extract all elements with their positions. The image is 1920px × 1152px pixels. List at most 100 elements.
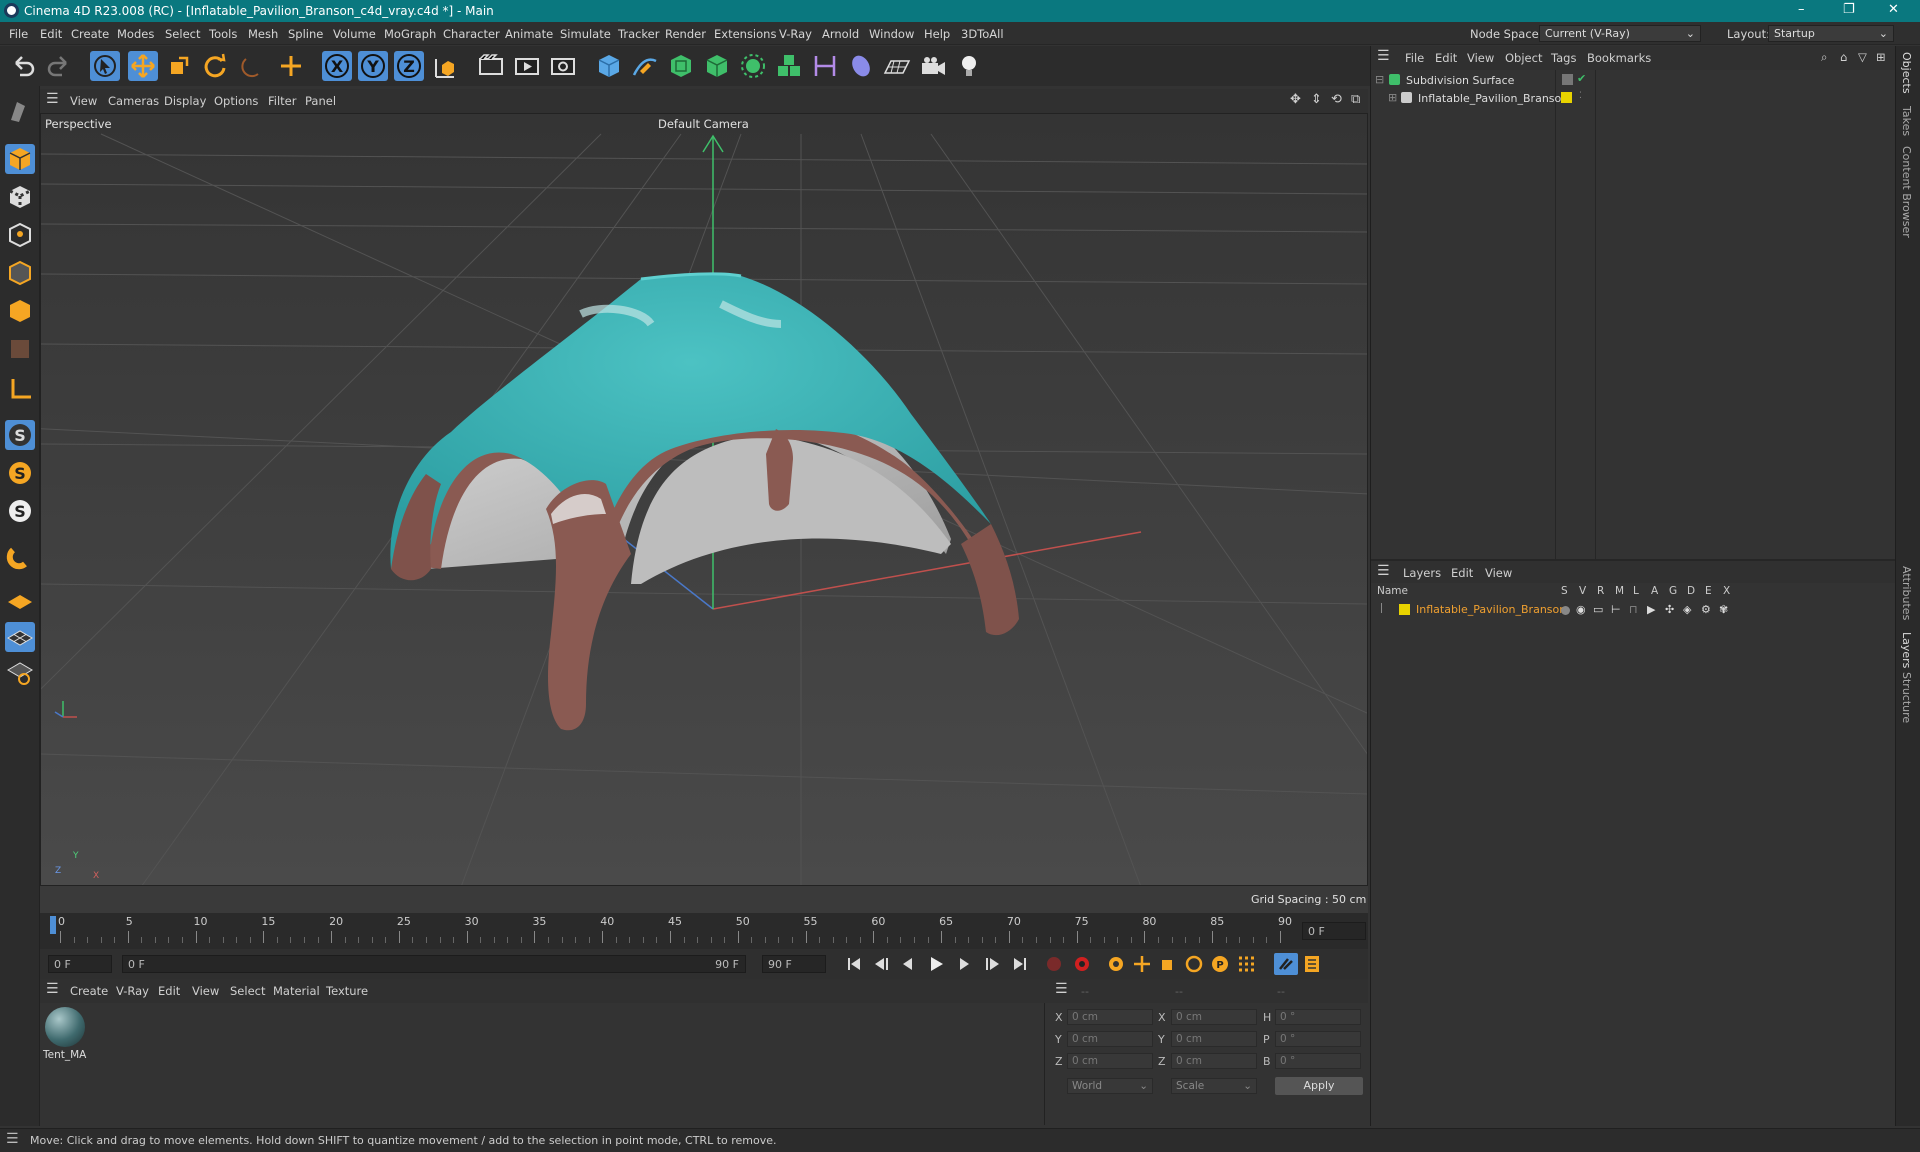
tab-structure[interactable]: Structure (1900, 672, 1913, 723)
orbit-view-icon[interactable]: ⟲ (1331, 92, 1342, 107)
previous-key-icon[interactable] (870, 953, 894, 975)
coord-pos-x-field[interactable]: 0 cm (1067, 1009, 1153, 1025)
point-mode-icon[interactable] (5, 220, 35, 250)
layer-name[interactable]: Inflatable_Pavilion_Branson (1416, 603, 1566, 616)
undo-icon[interactable] (8, 51, 38, 81)
viewport-menu-options[interactable]: Options (214, 94, 258, 108)
frame-range-slider[interactable]: 0 F 90 F (122, 955, 746, 973)
hamburger-icon[interactable]: ☰ (1377, 563, 1390, 579)
light-icon[interactable] (954, 51, 984, 81)
viewport-menu-view[interactable]: View (70, 94, 97, 108)
extrude-generator-icon[interactable] (702, 51, 732, 81)
animation-toggle-icon[interactable]: ▶ (1647, 603, 1659, 616)
deformer-toggle-icon[interactable]: ◈ (1683, 603, 1695, 616)
key-parameter-icon[interactable]: P (1208, 953, 1232, 975)
menu-edit[interactable]: Edit (40, 27, 62, 41)
model-mode-icon[interactable] (5, 144, 35, 174)
expression-toggle-icon[interactable]: ⚙ (1701, 603, 1713, 616)
move-tool-icon[interactable] (128, 51, 158, 81)
x-axis-lock-icon[interactable]: X (322, 51, 352, 81)
apply-button[interactable]: Apply (1275, 1077, 1363, 1095)
object-row-pavilion[interactable]: ⊞ Inflatable_Pavilion_Branson ⁚ (1371, 91, 1896, 107)
make-editable-icon[interactable] (5, 96, 35, 126)
cloner-icon[interactable] (738, 51, 768, 81)
minimize-icon[interactable]: – (1798, 2, 1805, 17)
quantize-icon[interactable]: S (5, 496, 35, 526)
dolly-view-icon[interactable]: ⇕ (1311, 92, 1322, 107)
hamburger-icon[interactable]: ☰ (46, 981, 59, 997)
recent-tool-icon[interactable] (238, 51, 268, 81)
layer-row[interactable]: Inflatable_Pavilion_Branson ◉ ▭ ⊢ ⊓ ▶ ✣ … (1371, 603, 1896, 618)
menu-render[interactable]: Render (665, 27, 706, 41)
menu-animate[interactable]: Animate (505, 27, 553, 41)
snap-icon[interactable]: S (5, 420, 35, 450)
tab-objects[interactable]: Objects (1900, 52, 1913, 94)
restore-icon[interactable]: ❐ (1843, 2, 1855, 17)
render-picture-viewer-icon[interactable] (512, 51, 542, 81)
play-icon[interactable] (924, 953, 948, 975)
rotate-tool-icon[interactable] (200, 51, 230, 81)
object-row-subdivision[interactable]: ⊟ Subdivision Surface ✔ (1371, 72, 1896, 89)
lock-icon[interactable]: ⊓ (1629, 603, 1641, 616)
key-pla-icon[interactable] (1234, 953, 1258, 975)
viewport-menu-display[interactable]: Display (164, 94, 206, 108)
next-key-icon[interactable] (980, 953, 1004, 975)
magnet-icon[interactable] (5, 542, 35, 572)
tab-layers[interactable]: Layers (1900, 632, 1913, 668)
layer-tag-icon[interactable] (1562, 74, 1573, 85)
redo-icon[interactable] (44, 51, 74, 81)
maximize-view-icon[interactable]: ⧉ (1351, 92, 1360, 107)
material-menu-edit[interactable]: Edit (158, 984, 180, 998)
field-icon[interactable] (846, 51, 876, 81)
motion-mode-icon[interactable] (1274, 953, 1298, 975)
coord-pos-y-field[interactable]: 0 cm (1067, 1031, 1153, 1047)
menu-create[interactable]: Create (71, 27, 109, 41)
tab-content-browser[interactable]: Content Browser (1900, 146, 1913, 238)
material-menu-select[interactable]: Select (230, 984, 265, 998)
menu-help[interactable]: Help (924, 27, 950, 41)
playhead[interactable] (50, 916, 56, 934)
keyframe-selection-icon[interactable] (1104, 953, 1128, 975)
hamburger-icon[interactable]: ☰ (46, 91, 59, 107)
node-space-dropdown[interactable]: Current (V-Ray) ⌄ (1539, 25, 1701, 42)
manager-toggle-icon[interactable]: ⊢ (1611, 603, 1623, 616)
timeline-ruler[interactable]: 0 5 10 15 20 25 30 35 40 45 50 55 60 65 70 75 80 85 90 0 F (40, 913, 1368, 949)
previous-frame-icon[interactable] (896, 953, 920, 975)
material-menu-create[interactable]: Create (70, 984, 108, 998)
key-scale-icon[interactable] (1156, 953, 1180, 975)
key-position-icon[interactable] (1130, 953, 1154, 975)
viewport-menu-filter[interactable]: Filter (268, 94, 296, 108)
snap-settings-icon[interactable]: S (5, 458, 35, 488)
close-icon[interactable]: ✕ (1888, 2, 1899, 17)
layout-dropdown[interactable]: Startup ⌄ (1768, 25, 1894, 42)
material-menu-texture[interactable]: Texture (326, 984, 368, 998)
coord-size-z-field[interactable]: 0 cm (1171, 1053, 1257, 1069)
deformer-icon[interactable] (810, 51, 840, 81)
add-tool-icon[interactable] (276, 51, 306, 81)
menu-extensions[interactable]: Extensions (714, 27, 776, 41)
layers-menu-layers[interactable]: Layers (1403, 566, 1441, 580)
locked-workplane-icon[interactable] (5, 658, 35, 688)
tab-attributes[interactable]: Attributes (1900, 566, 1913, 620)
material-menu-vray[interactable]: V-Ray (116, 984, 149, 998)
edge-mode-icon[interactable] (5, 258, 35, 288)
camera-icon[interactable] (918, 51, 948, 81)
hamburger-icon[interactable]: ☰ (6, 1131, 19, 1147)
layer-color-swatch[interactable] (1399, 604, 1410, 615)
timeline-window-icon[interactable] (1300, 953, 1324, 975)
viewport-menu-cameras[interactable]: Cameras (108, 94, 159, 108)
objects-menu-file[interactable]: File (1405, 51, 1424, 65)
viewport-menu-panel[interactable]: Panel (305, 94, 336, 108)
menu-vray[interactable]: V-Ray (779, 27, 812, 41)
z-axis-lock-icon[interactable]: Z (394, 51, 424, 81)
menu-3dtoall[interactable]: 3DToAll (961, 27, 1004, 41)
menu-window[interactable]: Window (869, 27, 914, 41)
menu-tools[interactable]: Tools (209, 27, 237, 41)
render-toggle-icon[interactable]: ▭ (1593, 603, 1605, 616)
expand-icon[interactable]: ⊞ (1388, 91, 1397, 104)
objects-menu-view[interactable]: View (1467, 51, 1494, 65)
polygon-mode-icon[interactable] (5, 296, 35, 326)
expand-icon[interactable]: ⊟ (1375, 73, 1384, 86)
objects-menu-tags[interactable]: Tags (1551, 51, 1576, 65)
visibility-dots-icon[interactable]: ⁚ (1579, 91, 1582, 101)
